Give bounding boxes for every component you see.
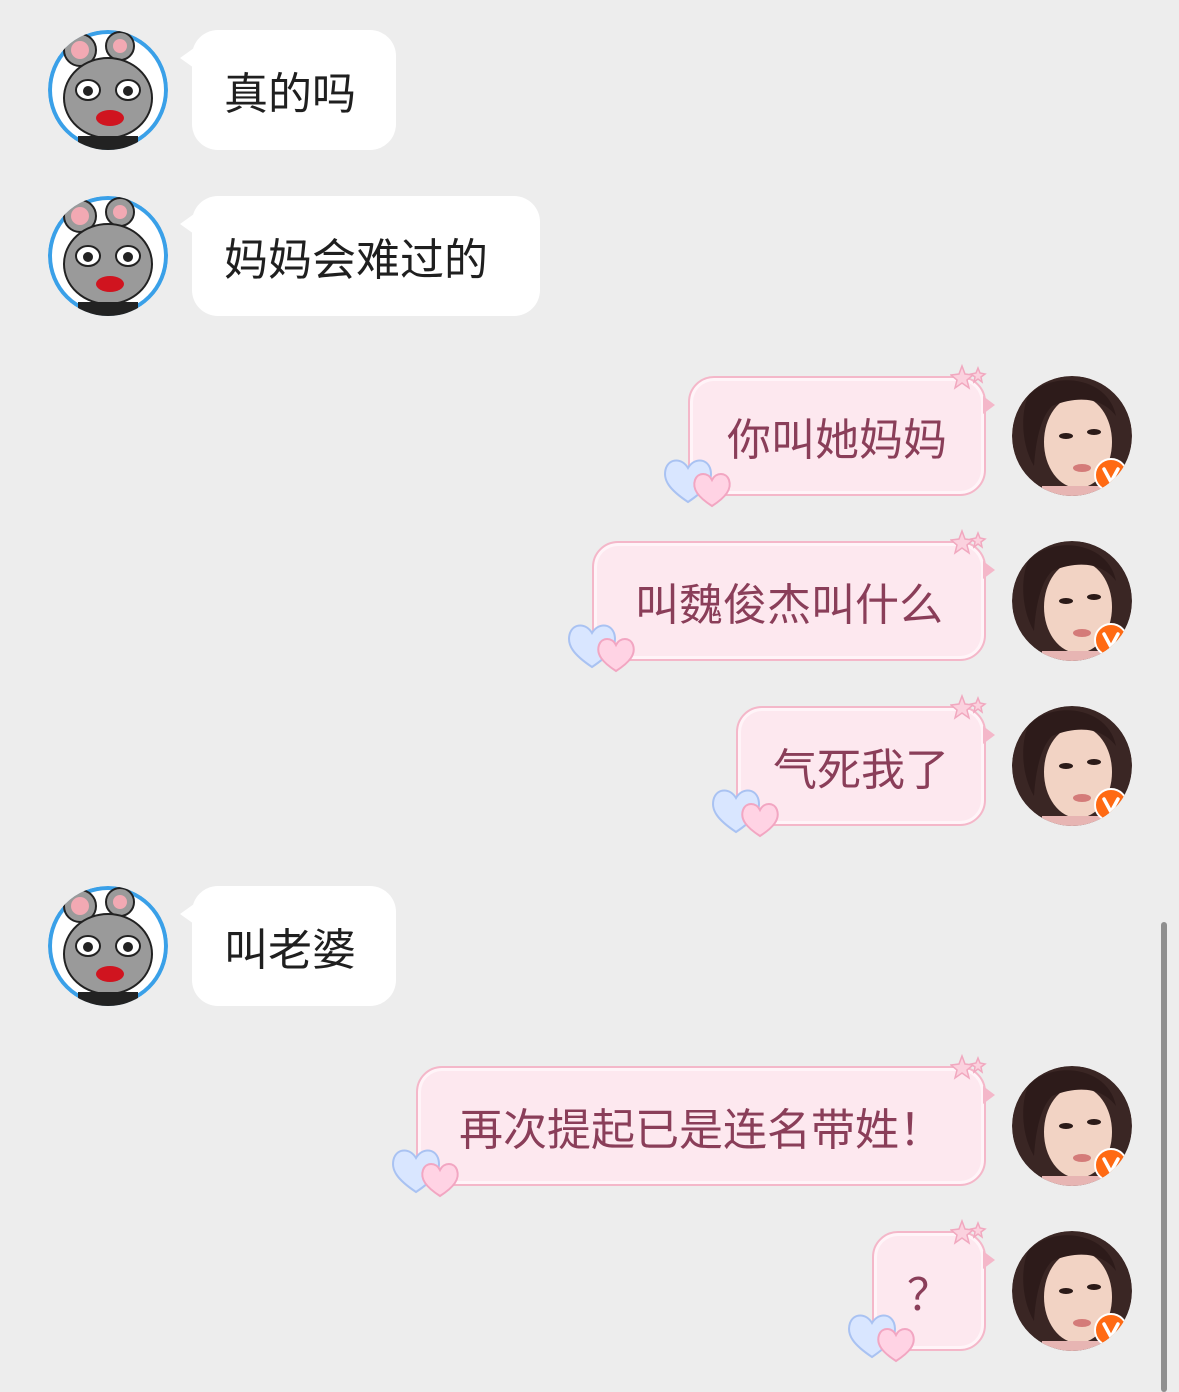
star-sparkle-icon xyxy=(950,1054,987,1080)
message-bubble[interactable]: 真的吗 xyxy=(180,30,396,150)
star-sparkle-icon xyxy=(950,529,987,555)
message-row: 气死我了 xyxy=(0,694,1179,838)
message-bubble[interactable]: 再次提起已是连名带姓！ xyxy=(392,1054,995,1198)
message-bubble[interactable]: 叫老婆 xyxy=(180,886,396,1006)
message-bubble[interactable]: ？ xyxy=(848,1219,995,1363)
message-row: 再次提起已是连名带姓！ xyxy=(0,1054,1179,1198)
double-heart-icon xyxy=(664,459,731,508)
mouse-avatar-icon[interactable] xyxy=(48,196,168,316)
verified-v-badge-icon xyxy=(1094,1148,1128,1182)
message-text: 妈妈会难过的 xyxy=(224,235,488,286)
user-photo-avatar-icon[interactable] xyxy=(1012,376,1132,496)
message-text: 叫老婆 xyxy=(224,925,356,976)
user-photo-avatar-icon[interactable] xyxy=(1012,541,1132,661)
message-row: ？ xyxy=(0,1219,1179,1363)
message-row: 你叫她妈妈 xyxy=(0,364,1179,508)
double-heart-icon xyxy=(848,1314,915,1363)
message-row: 叫老婆 xyxy=(0,886,1179,1006)
message-text: 再次提起已是连名带姓！ xyxy=(459,1105,943,1156)
scrollbar[interactable] xyxy=(1161,922,1167,1392)
user-photo-avatar-icon[interactable] xyxy=(1012,1231,1132,1351)
user-photo-avatar-icon[interactable] xyxy=(1012,706,1132,826)
message-row: 真的吗 xyxy=(0,30,1179,150)
verified-v-badge-icon xyxy=(1094,788,1128,822)
message-bubble[interactable]: 叫魏俊杰叫什么 xyxy=(568,529,995,673)
verified-v-badge-icon xyxy=(1094,1313,1128,1347)
mouse-avatar-icon[interactable] xyxy=(48,886,168,1006)
message-text: 气死我了 xyxy=(773,745,949,796)
user-photo-avatar-icon[interactable] xyxy=(1012,1066,1132,1186)
verified-v-badge-icon xyxy=(1094,458,1128,492)
mouse-avatar-icon[interactable] xyxy=(48,30,168,150)
star-sparkle-icon xyxy=(950,364,987,390)
message-text: 真的吗 xyxy=(224,69,356,120)
message-bubble[interactable]: 气死我了 xyxy=(712,694,995,838)
message-row: 叫魏俊杰叫什么 xyxy=(0,529,1179,673)
message-bubble[interactable]: 你叫她妈妈 xyxy=(664,364,995,508)
double-heart-icon xyxy=(712,789,779,838)
double-heart-icon xyxy=(392,1149,459,1198)
star-sparkle-icon xyxy=(950,694,987,720)
double-heart-icon xyxy=(568,624,635,673)
verified-v-badge-icon xyxy=(1094,623,1128,657)
message-text: 你叫她妈妈 xyxy=(727,415,947,466)
star-sparkle-icon xyxy=(950,1219,987,1245)
message-row: 妈妈会难过的 xyxy=(0,196,1179,316)
message-text: 叫魏俊杰叫什么 xyxy=(635,580,943,631)
message-bubble[interactable]: 妈妈会难过的 xyxy=(180,196,540,316)
